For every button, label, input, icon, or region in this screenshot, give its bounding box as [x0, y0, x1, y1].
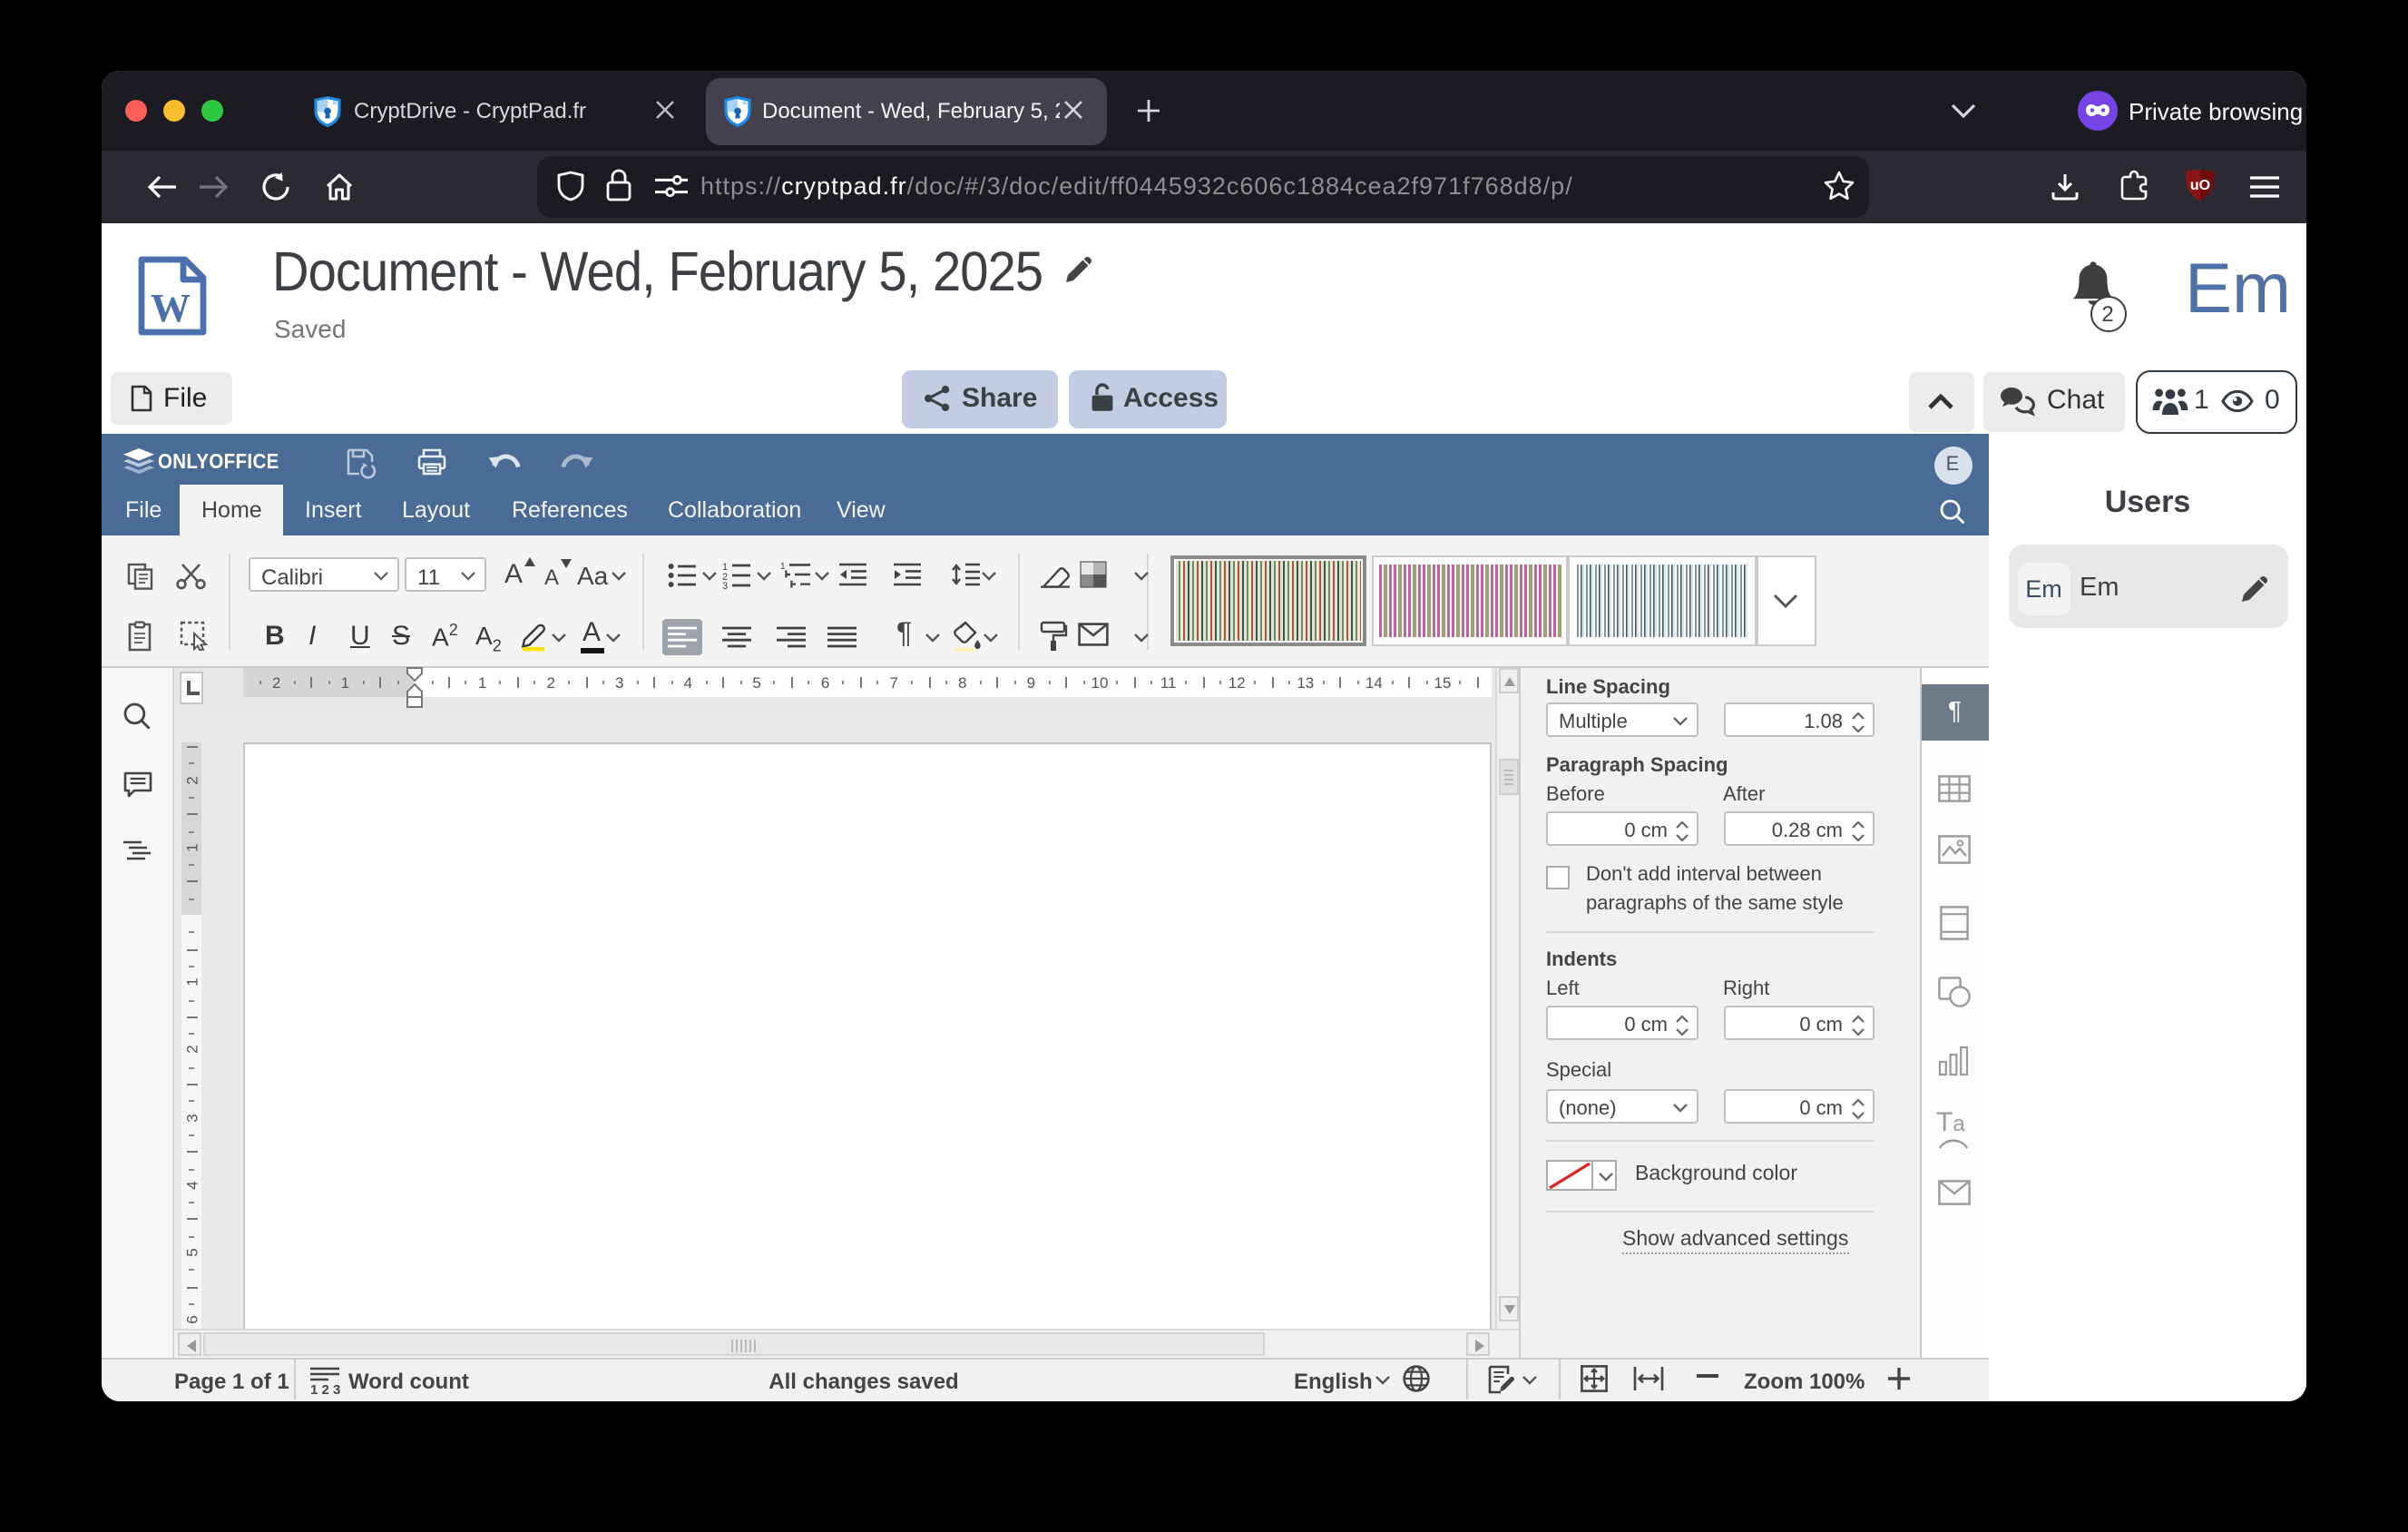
svg-text:uO: uO	[2190, 177, 2210, 192]
svg-text:1: 1	[780, 561, 786, 571]
svg-text:3: 3	[722, 580, 728, 591]
svg-text:W: W	[151, 285, 191, 329]
svg-text:1 2 3: 1 2 3	[310, 1381, 340, 1397]
